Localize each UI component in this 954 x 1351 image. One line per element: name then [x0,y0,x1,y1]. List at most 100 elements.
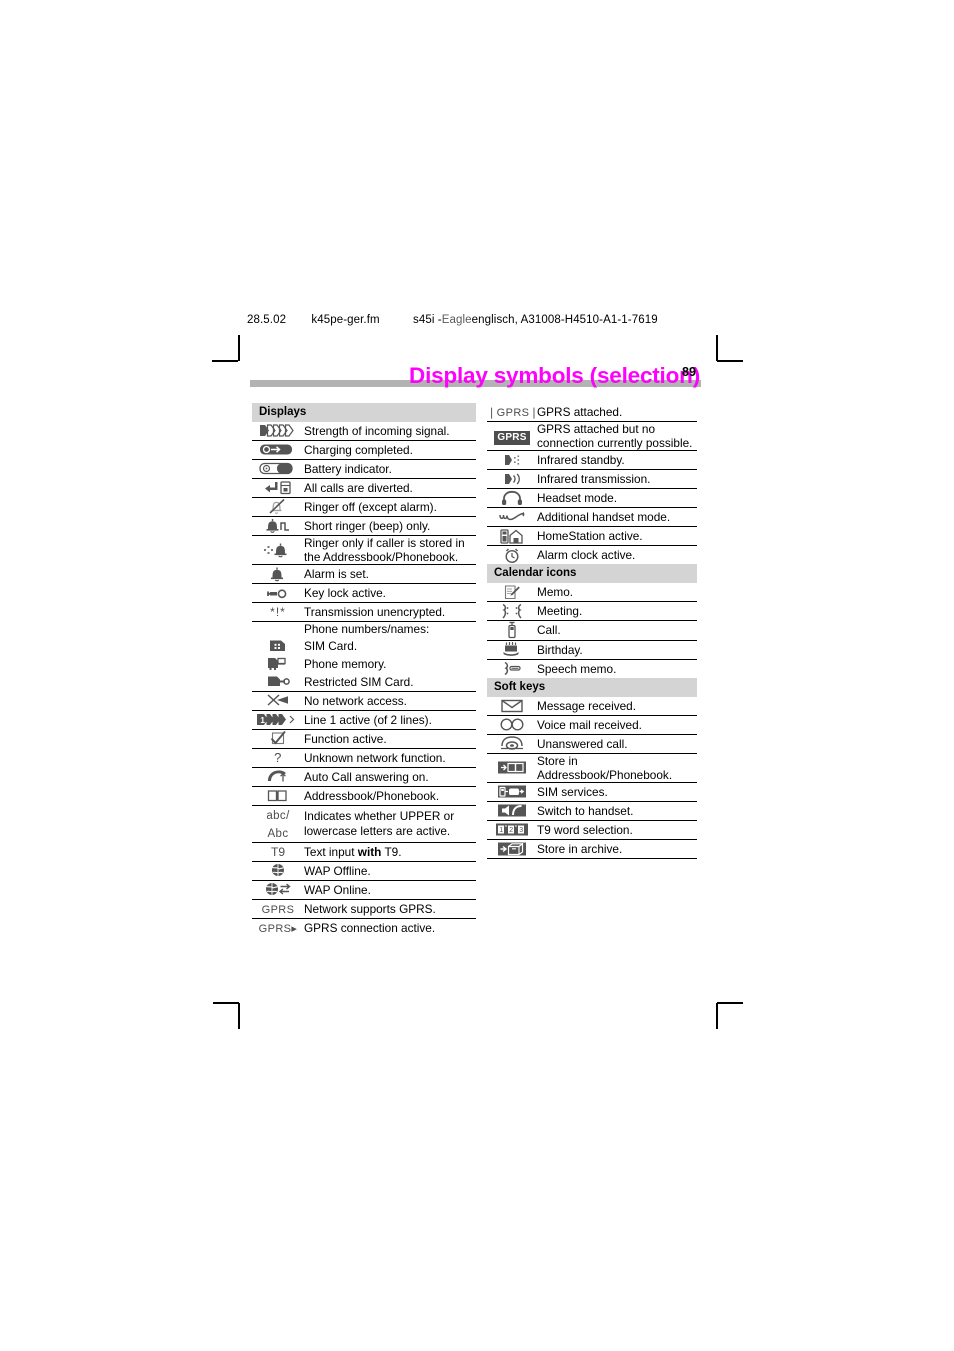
row-label: Infrared standby. [537,450,697,471]
table-row: Switch to handset. [487,801,697,822]
table-row: Birthday. [487,640,697,660]
row-label: Unanswered call. [537,734,697,754]
row-label: T9 word selection. [537,820,697,841]
crop-mark-top-right-vertical [716,335,718,361]
calendar-icons-table: Memo. Meeting. Call. Birthday. Speech me… [487,583,697,677]
table-row: Alarm is set. [252,564,476,585]
row-label: Memo. [537,583,697,603]
t9-glyph: T9 [270,844,285,859]
svg-text:3: 3 [519,827,523,834]
t9-text-part1: Text input [304,844,358,859]
running-head-doc-id: s45i - Eagle englisch, A31008-H4510-A1-1… [413,314,658,326]
row-label: All calls are diverted. [304,478,476,498]
row-label: Strength of incoming signal. [304,422,476,441]
section-header-calendar-icons: Calendar icons [487,564,697,584]
table-row: Restricted SIM Card. [252,672,476,692]
table-row: 1 Line 1 active (of 2 lines). [252,710,476,730]
crop-mark-top-left-horizontal [212,360,238,362]
table-row: WAP Online. [252,880,476,900]
table-row: Message received. [487,696,697,716]
table-row: GPRS▸ GPRS connection active. [252,918,476,937]
row-label: Battery indicator. [304,459,476,479]
gprs-attached-glyph: ❘GPRS❘ [487,407,540,419]
row-label: Key lock active. [304,583,476,604]
table-row: Auto Call answering on. [252,767,476,787]
table-row: SIM Card. [252,637,476,655]
table-row: Strength of incoming signal. [252,422,476,441]
row-label: Alarm clock active. [537,548,636,563]
short-ringer-icon [252,516,304,536]
table-row: Infrared standby. [487,450,697,471]
svg-text:1: 1 [260,715,265,725]
gprs-arrow-icon: GPRS▸ [252,918,304,937]
row-label: Additional handset mode. [537,507,697,528]
question-mark-glyph: ? [274,749,282,765]
row-label: Store in archive. [537,839,697,860]
row-label: Infrared transmission. [537,469,697,490]
soft-keys-table: Message received. Voice mail received. U… [487,696,697,860]
table-row: abc/ Abc Indicates whether UPPER or lowe… [252,805,476,843]
svg-text:2: 2 [509,827,513,834]
line1-active-icon: 1 [252,710,304,730]
crop-mark-bottom-left-horizontal [213,1002,239,1004]
battery-indicator-icon [252,459,304,479]
gprs-glyph: GPRS [261,903,295,916]
auto-answer-icon [252,767,304,787]
infrared-transmit-icon [487,469,537,490]
memo-icon [487,583,537,603]
unencrypted-icon: *!* [252,602,304,623]
row-label: HomeStation active. [537,526,697,547]
table-row: WAP Offline. [252,861,476,881]
crop-mark-bottom-right-vertical [716,1003,718,1029]
case-abc-icon: abc/ Abc [252,805,304,843]
gprs-plain-icon: GPRS [252,899,304,919]
row-label: Text input with T9. [304,842,476,862]
left-column: Displays Strength of incoming signal. Ch… [252,403,476,937]
table-row: GPRS Network supports GPRS. [252,899,476,919]
unencrypted-glyph: *!* [270,605,286,620]
table-row: Voice mail received. [487,715,697,735]
table-row: Addressbook/Phonebook. [252,786,476,806]
section-header-displays: Displays [252,403,476,422]
row-label: Phone numbers/names: [304,622,430,637]
infrared-standby-icon [487,450,537,471]
row-label: Switch to handset. [537,801,697,822]
table-row: Additional handset mode. [487,507,697,528]
unanswered-call-icon [487,734,537,754]
section-header-soft-keys: Soft keys [487,677,697,697]
table-row: Call. [487,620,697,641]
row-label: Meeting. [537,601,697,622]
headset-icon [487,488,537,509]
gprs-attached-icon: ❘GPRS❘ [487,403,540,422]
table-row: Phone numbers/names: [252,622,476,637]
table-row: All calls are diverted. [252,478,476,498]
birthday-icon [487,640,537,660]
row-label: Auto Call answering on. [304,767,476,787]
row-label: Indicates whether UPPER or lowercase let… [304,805,476,843]
battery-charged-icon [252,440,304,460]
alarm-bell-icon [252,564,304,585]
table-row: T9 Text input with T9. [252,842,476,862]
row-label: WAP Offline. [304,861,476,881]
call-icon [487,620,537,641]
row-label: Alarm is set. [304,564,476,585]
addressbook-icon [252,786,304,806]
table-row: *!* Transmission unencrypted. [252,602,476,623]
table-row: Ringer only if caller is stored in the A… [252,535,476,566]
table-row: SIM services. [487,782,697,803]
key-lock-icon [252,583,304,604]
row-label: Restricted SIM Card. [304,672,476,692]
row-label: Headset mode. [537,488,697,509]
displays-table: Strength of incoming signal. Charging co… [252,422,476,937]
t9-text-part2: T9. [381,844,402,859]
table-row: 1 2 3 T9 word selection. [487,820,697,841]
running-head-eagle: Eagle [441,314,472,326]
table-row: Unanswered call. [487,734,697,754]
signal-strength-icon [252,422,304,441]
row-label: Phone memory. [304,656,387,671]
row-label: Speech memo. [537,661,617,676]
table-row: Infrared transmission. [487,469,697,490]
row-label: Charging completed. [304,440,476,460]
table-row: Ringer off (except alarm). [252,497,476,517]
row-label: No network access. [304,691,476,711]
